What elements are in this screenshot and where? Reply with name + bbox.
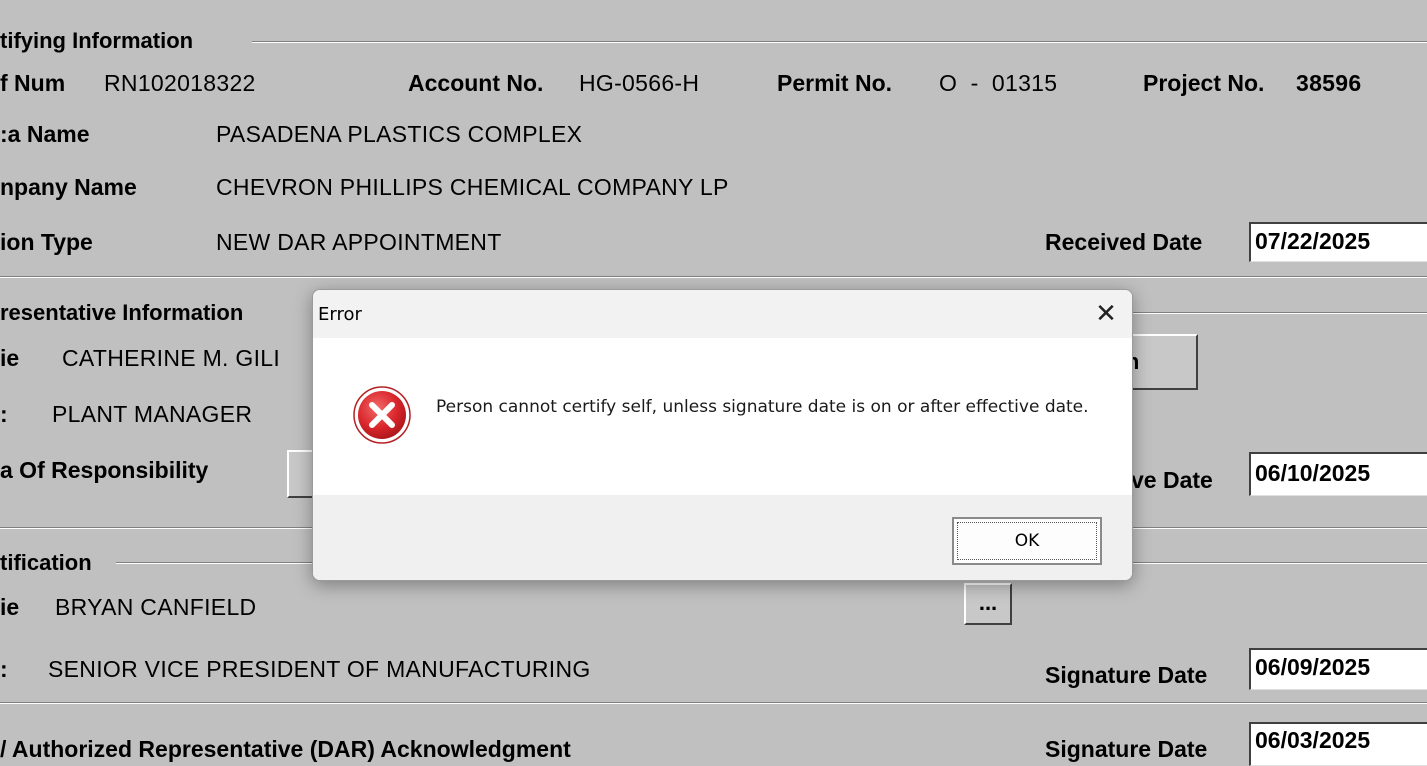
section-divider	[1131, 312, 1427, 314]
rep-name-value: CATHERINE M. GILI	[62, 345, 281, 371]
error-dialog: Error ✕ Person cannot certify self, unle…	[312, 289, 1133, 581]
project-value: 38596	[1296, 70, 1362, 96]
section-identifying-title: tifying Information	[0, 28, 194, 53]
cert-name-value: BRYAN CANFIELD	[55, 594, 257, 620]
cert-name-label: ie	[0, 594, 20, 620]
cert-lookup-button[interactable]: ...	[964, 583, 1012, 625]
cert-title-value: SENIOR VICE PRESIDENT OF MANUFACTURING	[48, 656, 591, 682]
section-representative-title: resentative Information	[0, 300, 244, 325]
dialog-body: Person cannot certify self, unless signa…	[313, 338, 1132, 495]
account-label: Account No.	[408, 70, 544, 96]
ok-button[interactable]: OK	[952, 517, 1102, 565]
company-value: CHEVRON PHILLIPS CHEMICAL COMPANY LP	[216, 174, 729, 200]
rep-title-value: PLANT MANAGER	[52, 401, 253, 427]
account-value: HG-0566-H	[579, 70, 700, 96]
received-date-label: Received Date	[1045, 229, 1203, 255]
section-divider	[0, 276, 1427, 278]
area-label: :a Name	[0, 121, 90, 147]
action-type-label: ion Type	[0, 229, 93, 255]
rep-area-responsibility-label: a Of Responsibility	[0, 457, 209, 483]
dialog-title: Error	[318, 304, 362, 325]
dialog-message: Person cannot certify self, unless signa…	[436, 397, 1089, 417]
error-icon	[352, 385, 412, 445]
dar-signature-date-field[interactable]: 06/03/2025	[1249, 722, 1427, 766]
rep-name-label: ie	[0, 345, 20, 371]
received-date-field[interactable]: 07/22/2025	[1249, 222, 1427, 262]
cert-signature-date-field[interactable]: 06/09/2025	[1249, 648, 1427, 690]
dar-signature-date-label: Signature Date	[1045, 736, 1208, 762]
action-type-value: NEW DAR APPOINTMENT	[216, 229, 502, 255]
cert-title-label: :	[0, 656, 8, 682]
section-divider	[0, 702, 1427, 704]
section-certification-title: tification	[0, 550, 92, 575]
effective-date-field[interactable]: 06/10/2025	[1249, 452, 1427, 496]
permit-value: O - 01315	[939, 70, 1058, 96]
ref-num-value: RN102018322	[104, 70, 256, 96]
ref-num-label: f Num	[0, 70, 66, 96]
dialog-title-bar[interactable]: Error ✕	[313, 290, 1132, 338]
dar-acknowledgment-label: / Authorized Representative (DAR) Acknow…	[0, 736, 571, 762]
effective-date-label: ve Date	[1131, 467, 1213, 493]
area-value: PASADENA PLASTICS COMPLEX	[216, 121, 583, 147]
permit-label: Permit No.	[777, 70, 893, 96]
dialog-footer: OK	[313, 495, 1132, 580]
section-divider	[252, 41, 1427, 43]
rep-title-label: :	[0, 401, 8, 427]
project-label: Project No.	[1143, 70, 1265, 96]
cert-signature-date-label: Signature Date	[1045, 662, 1208, 688]
close-icon[interactable]: ✕	[1080, 290, 1132, 338]
company-label: npany Name	[0, 174, 137, 200]
